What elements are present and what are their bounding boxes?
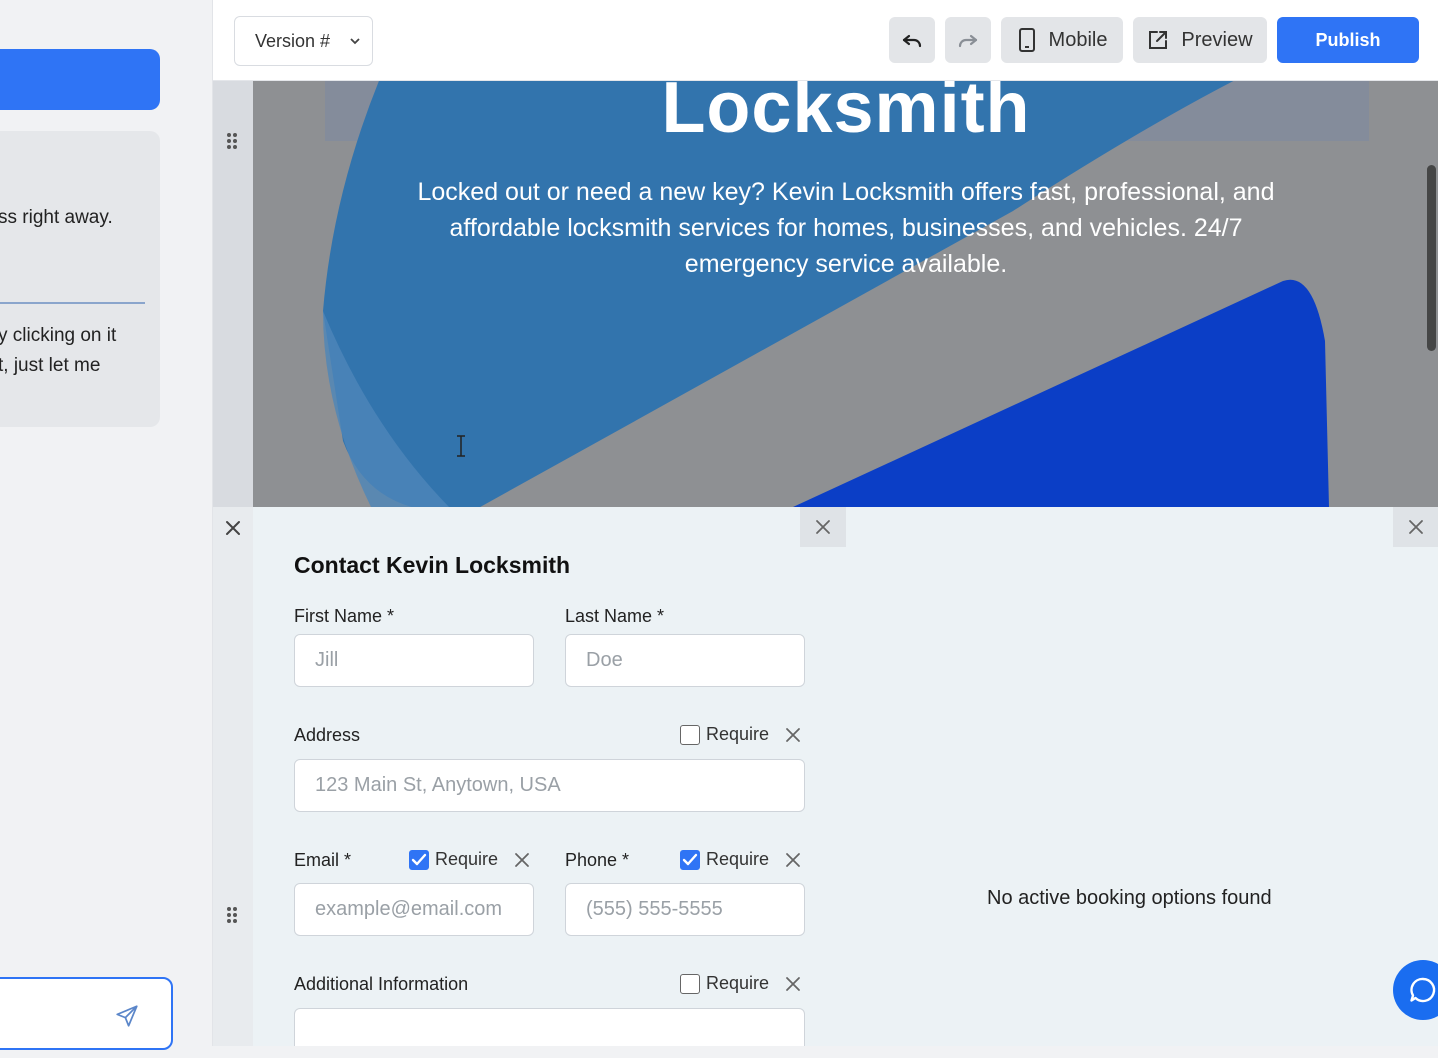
last-name-input[interactable]: Doe — [565, 634, 805, 687]
undo-button[interactable] — [889, 17, 935, 63]
user-message-bubble — [0, 49, 160, 110]
site-editor: Version # Mobile Preview Publish Locksmi… — [212, 0, 1438, 1046]
checkmark-icon — [682, 853, 698, 865]
preview-button[interactable]: Preview — [1133, 17, 1267, 63]
email-label: Email * — [294, 850, 352, 870]
phone-require-toggle[interactable]: Require — [680, 849, 769, 870]
contact-form-section: Contact Kevin Locksmith First Name * Las… — [253, 507, 1438, 1046]
additional-info-label: Additional Information — [294, 974, 469, 994]
chat-text-line: t, just let me — [0, 355, 101, 376]
publish-button-label: Publish — [1315, 29, 1381, 50]
mobile-button-label: Mobile — [1048, 28, 1108, 51]
first-name-input[interactable]: Jill — [294, 634, 534, 687]
text-cursor-icon — [457, 435, 465, 457]
email-input[interactable]: example@email.com — [294, 883, 534, 936]
assistant-message-bubble: ss right away. y clicking on it t, just … — [0, 131, 160, 427]
remove-field-icon[interactable] — [513, 851, 531, 869]
close-icon — [1409, 520, 1423, 534]
chevron-down-icon — [350, 38, 360, 45]
chat-divider — [0, 302, 145, 304]
address-require-checkbox[interactable] — [680, 724, 700, 745]
publish-button[interactable]: Publish — [1277, 17, 1419, 63]
last-name-label: Last Name * — [565, 606, 665, 626]
booking-empty-state: No active booking options found — [987, 887, 1272, 909]
mobile-phone-icon — [1018, 28, 1035, 52]
redo-button[interactable] — [945, 17, 991, 63]
address-require-toggle[interactable]: Require — [680, 724, 769, 745]
phone-require-checkbox[interactable] — [680, 849, 700, 870]
chat-message-input[interactable] — [0, 977, 173, 1050]
chat-text-line: ss right away. — [0, 207, 113, 228]
section-gutter-lower — [213, 507, 253, 1046]
preview-button-label: Preview — [1181, 28, 1253, 51]
chat-panel: ss right away. y clicking on it t, just … — [0, 0, 212, 1058]
remove-field-icon[interactable] — [784, 975, 802, 993]
preview-scrollbar[interactable] — [1427, 165, 1436, 351]
external-link-icon — [1149, 31, 1168, 49]
phone-label: Phone * — [565, 850, 630, 870]
close-form-button[interactable] — [800, 507, 846, 547]
require-label: Require — [706, 724, 770, 744]
version-select-label: Version # — [255, 30, 331, 51]
undo-icon — [902, 34, 922, 48]
close-section-icon[interactable] — [221, 516, 245, 540]
drag-handle-icon[interactable] — [225, 905, 239, 925]
email-require-checkbox[interactable] — [409, 849, 429, 870]
email-require-toggle[interactable]: Require — [409, 849, 498, 870]
additional-require-checkbox[interactable] — [680, 973, 700, 994]
remove-field-icon[interactable] — [784, 726, 802, 744]
mobile-view-button[interactable]: Mobile — [1001, 17, 1123, 63]
phone-input[interactable]: (555) 555-5555 — [565, 883, 805, 936]
address-label: Address — [294, 725, 361, 745]
version-select[interactable]: Version # — [234, 16, 373, 66]
checkmark-icon — [411, 853, 427, 865]
close-icon — [816, 520, 830, 534]
require-label: Require — [706, 973, 770, 993]
require-label: Require — [706, 849, 770, 869]
chat-launcher-button[interactable] — [1393, 960, 1438, 1020]
drag-handle-icon[interactable] — [225, 131, 239, 151]
address-input[interactable]: 123 Main St, Anytown, USA — [294, 759, 805, 812]
close-booking-button[interactable] — [1393, 507, 1438, 547]
require-label: Require — [435, 849, 499, 869]
chat-text-line: y clicking on it — [0, 325, 117, 346]
chat-bubble-icon — [1410, 977, 1436, 1003]
hero-subtitle: Locked out or need a new key? Kevin Lock… — [417, 178, 1275, 278]
additional-require-toggle[interactable]: Require — [680, 973, 769, 994]
first-name-label: First Name * — [294, 606, 395, 626]
hero-section[interactable]: Locksmith Locked out or need a new key? … — [253, 81, 1438, 507]
send-icon[interactable] — [114, 1003, 140, 1029]
redo-icon — [958, 34, 978, 48]
remove-field-icon[interactable] — [784, 851, 802, 869]
hero-title: Locksmith — [661, 81, 1031, 148]
additional-info-textarea[interactable] — [294, 1008, 805, 1046]
form-title: Contact Kevin Locksmith — [294, 552, 571, 578]
editor-toolbar: Version # Mobile Preview Publish — [213, 0, 1438, 81]
